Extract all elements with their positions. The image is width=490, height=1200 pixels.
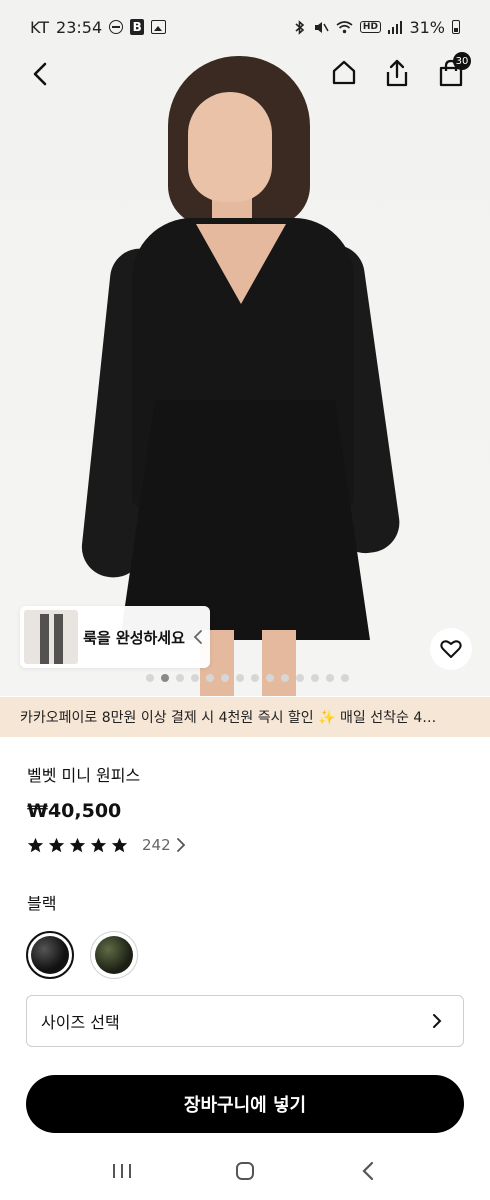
add-to-cart-button[interactable]: 장바구니에 넣기 [26,1075,464,1133]
carousel-dot [296,674,304,682]
promo-text: 카카오페이로 8만원 이상 결제 시 4천원 즉시 할인 ✨ 매일 선착순 4… [20,710,437,726]
carrier-label: KT [30,17,50,37]
carousel-dot [191,674,199,682]
chevron-left-icon [33,62,47,86]
dress-skirt [120,400,370,640]
chevron-left-icon [190,629,206,645]
battery-percent: 31% [409,17,445,37]
carousel-dot [176,674,184,682]
carousel-dot [236,674,244,682]
mute-icon [313,20,329,35]
recent-apps-icon [112,1164,131,1178]
home-nav-icon [235,1162,254,1180]
status-bar: KT 23:54 B HD 31% [0,0,490,54]
color-swatch-black[interactable] [26,931,74,979]
dress-neckline [196,224,286,304]
carousel-dot [161,674,169,682]
rating-row[interactable]: 242 [27,836,187,854]
star-icon [48,837,65,852]
product-image[interactable] [0,0,490,696]
carousel-dot [341,674,349,682]
size-select-label: 사이즈 선택 [41,1013,120,1032]
status-right: HD 31% [294,18,460,37]
carousel-dot [221,674,229,682]
signal-icon [387,20,403,34]
swatch-image [31,936,69,974]
carousel-dots [146,674,349,682]
color-swatch-khaki[interactable] [90,931,138,979]
star-rating [27,837,128,854]
back-nav-icon [362,1161,374,1181]
home-icon [332,60,356,85]
recent-apps-button[interactable] [102,1151,142,1191]
system-nav-bar [0,1142,490,1200]
complete-the-look-card[interactable]: 룩을 완성하세요 [20,606,210,668]
back-button[interactable] [24,58,56,90]
dnd-icon [109,20,124,34]
battery-icon [452,20,460,34]
model-face [188,92,272,202]
product-title: 벨벳 미니 원피스 [27,766,141,785]
carousel-dot [326,674,334,682]
carousel-dot [311,674,319,682]
cart-count-badge: 30 [453,52,471,70]
status-left: KT 23:54 B [30,17,167,37]
star-icon [27,837,44,852]
share-icon [386,59,408,87]
look-thumbnail [24,610,78,664]
carousel-dot [281,674,289,682]
review-count: 242 [142,836,171,854]
clock: 23:54 [56,17,103,37]
star-icon [90,837,107,852]
back-nav-button[interactable] [348,1151,388,1191]
color-option-label: 블랙 [27,894,57,913]
carousel-dot [266,674,274,682]
swatch-image [95,936,133,974]
star-icon [69,837,86,852]
chevron-right-icon [433,1014,442,1028]
wishlist-button[interactable] [430,628,472,670]
hd-voice-icon: HD [359,21,381,33]
carousel-dot [206,674,214,682]
chevron-right-icon [176,838,185,852]
home-nav-button[interactable] [225,1151,265,1191]
star-icon [111,837,128,852]
app-notification-icon: B [130,19,145,35]
product-price: ₩40,500 [27,800,122,822]
share-button[interactable] [380,56,414,90]
promo-banner[interactable]: 카카오페이로 8만원 이상 결제 시 4천원 즉시 할인 ✨ 매일 선착순 4… [0,697,490,737]
heart-icon [440,640,462,658]
carousel-dot [251,674,259,682]
wifi-icon [336,20,353,34]
gallery-notification-icon [151,20,167,34]
size-select[interactable]: 사이즈 선택 [26,995,464,1047]
carousel-dot [146,674,154,682]
model-leg-right [262,630,296,696]
look-card-label: 룩을 완성하세요 [83,628,185,647]
home-button[interactable] [328,56,360,88]
bluetooth-icon [294,19,306,35]
